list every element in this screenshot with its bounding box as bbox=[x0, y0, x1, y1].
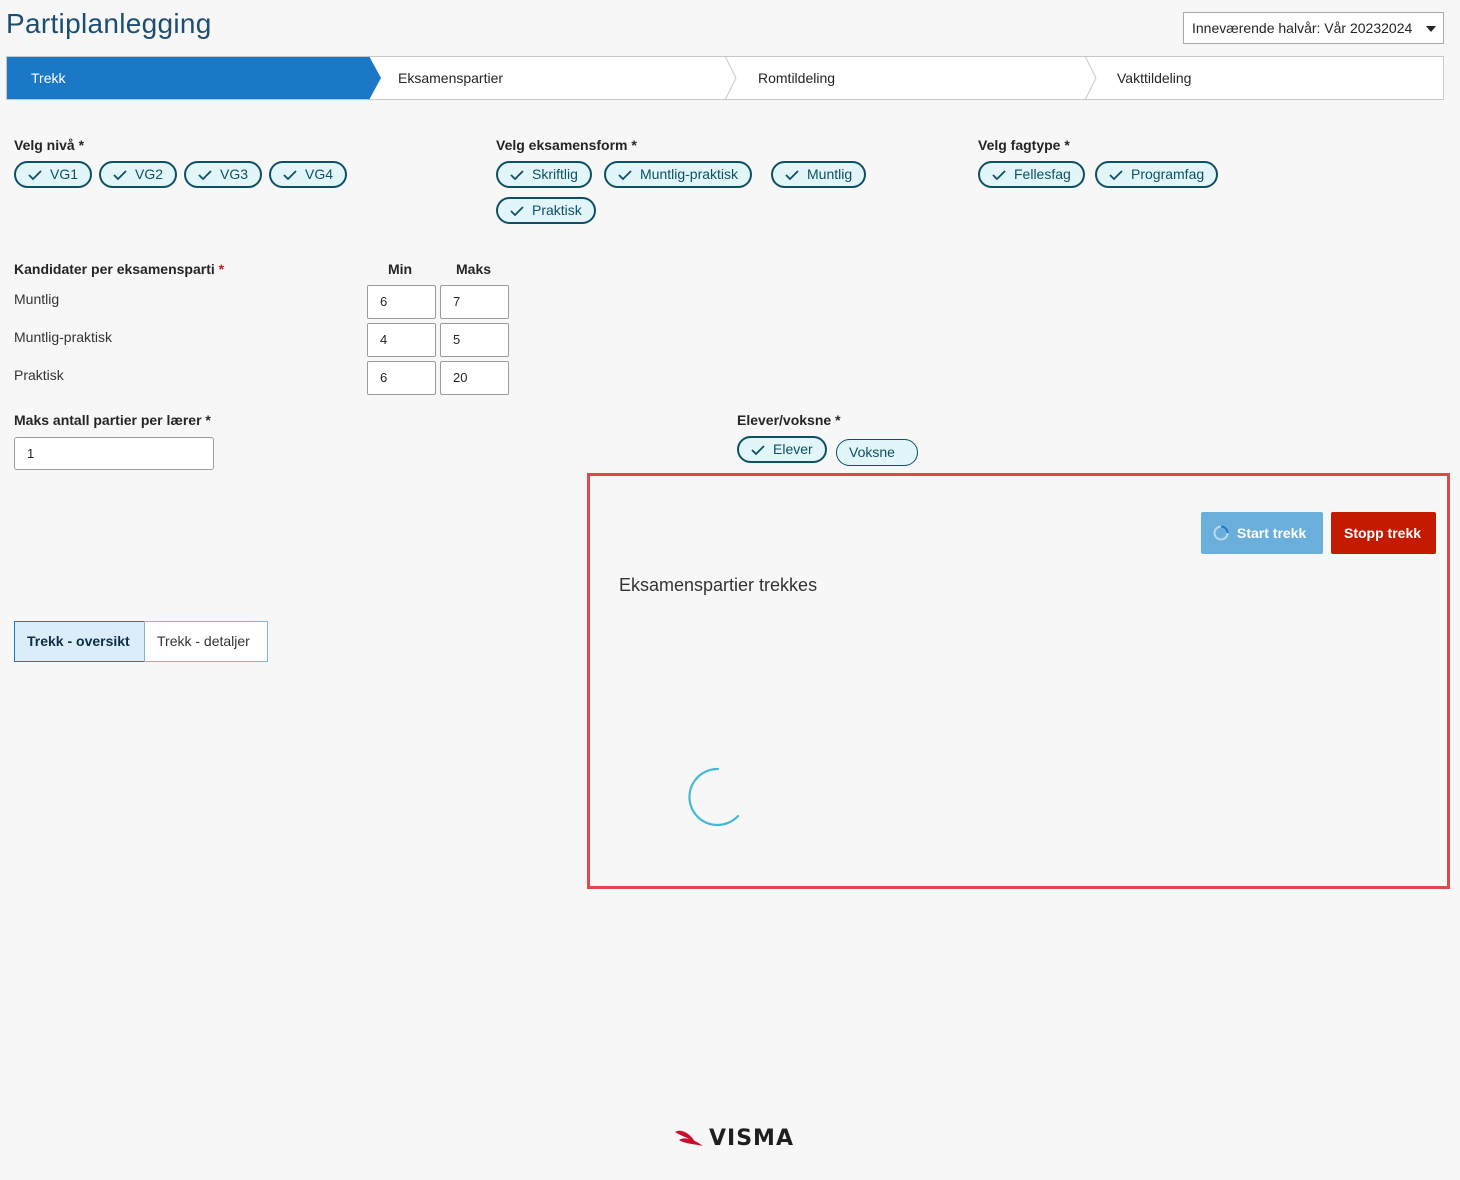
wizard-separator-icon bbox=[1084, 56, 1097, 100]
students-label: Elever/voksne * bbox=[737, 412, 841, 428]
level-label: Velg nivå * bbox=[14, 137, 85, 153]
wizard-step-romtildeling[interactable]: Romtildeling bbox=[758, 57, 835, 99]
exam-form-label: Velg eksamensform * bbox=[496, 137, 637, 153]
exam-form-chip-skriftlig[interactable]: Skriftlig bbox=[496, 161, 592, 188]
check-icon bbox=[28, 170, 42, 181]
candidates-row-label: Muntlig bbox=[14, 291, 60, 307]
wizard-step-label: Vakttildeling bbox=[1117, 70, 1192, 86]
candidates-row-label: Muntlig-praktisk bbox=[14, 329, 113, 345]
candidates-row-label: Praktisk bbox=[14, 367, 64, 383]
spinner-icon bbox=[1213, 525, 1229, 541]
wizard-step-vakttildeling[interactable]: Vakttildeling bbox=[1117, 57, 1191, 99]
wizard-steps: Trekk Eksamenspartier Romtildeling Vaktt… bbox=[6, 56, 1444, 100]
check-icon bbox=[992, 170, 1006, 181]
subject-type-label: Velg fagtype * bbox=[978, 137, 1070, 153]
wizard-step-trekk[interactable]: Trekk bbox=[7, 57, 369, 99]
muntlig-praktisk-max-input[interactable]: 5 bbox=[440, 323, 509, 357]
term-select[interactable]: Inneværende halvår: Vår 20232024 bbox=[1183, 12, 1444, 44]
page-title: Partiplanlegging bbox=[6, 8, 212, 39]
max-column-header: Maks bbox=[456, 261, 492, 277]
level-chip-vg1[interactable]: VG1 bbox=[14, 161, 93, 188]
muntlig-max-input[interactable]: 7 bbox=[440, 285, 509, 319]
caret-down-icon bbox=[1426, 26, 1436, 32]
check-icon bbox=[785, 170, 799, 181]
level-chip-vg3[interactable]: VG3 bbox=[184, 161, 263, 188]
wizard-arrow-icon bbox=[369, 56, 381, 100]
students-chip-voksne[interactable]: Voksne bbox=[836, 439, 918, 466]
visma-logo: VISMA bbox=[673, 1126, 793, 1155]
exam-form-chip-praktisk[interactable]: Praktisk bbox=[496, 197, 596, 224]
start-draw-button[interactable]: Start trekk bbox=[1201, 512, 1323, 554]
wizard-separator-icon bbox=[724, 56, 737, 100]
stop-draw-button[interactable]: Stopp trekk bbox=[1331, 512, 1436, 554]
visma-logo-text: VISMA bbox=[709, 1126, 794, 1151]
wizard-step-label: Eksamenspartier bbox=[398, 70, 504, 86]
muntlig-min-input[interactable]: 6 bbox=[367, 285, 436, 319]
draw-status-message: Eksamenspartier trekkes bbox=[619, 575, 818, 595]
exam-form-chip-muntlig-praktisk[interactable]: Muntlig-praktisk bbox=[604, 161, 753, 188]
tab-trekk-oversikt[interactable]: Trekk - oversikt bbox=[14, 621, 145, 662]
max-parties-input[interactable]: 1 bbox=[14, 437, 214, 470]
tab-trekk-detaljer[interactable]: Trekk - detaljer bbox=[144, 621, 268, 662]
check-icon bbox=[510, 170, 524, 181]
candidates-label: Kandidater per eksamensparti * bbox=[14, 261, 225, 277]
check-icon bbox=[1109, 170, 1123, 181]
check-icon bbox=[510, 206, 524, 217]
check-icon bbox=[751, 445, 765, 456]
visma-logo-mark bbox=[675, 1130, 703, 1146]
subject-type-chip-fellesfag[interactable]: Fellesfag bbox=[978, 161, 1085, 188]
muntlig-praktisk-min-input[interactable]: 4 bbox=[367, 323, 436, 357]
term-select-value: Inneværende halvår: Vår 20232024 bbox=[1192, 20, 1413, 36]
check-icon bbox=[113, 170, 127, 181]
check-icon bbox=[198, 170, 212, 181]
min-column-header: Min bbox=[388, 261, 413, 277]
praktisk-max-input[interactable]: 20 bbox=[440, 361, 509, 395]
level-chip-vg4[interactable]: VG4 bbox=[269, 161, 348, 188]
spinner-icon bbox=[688, 767, 740, 827]
level-chip-vg2[interactable]: VG2 bbox=[99, 161, 178, 188]
max-parties-label: Maks antall partier per lærer * bbox=[14, 412, 211, 428]
wizard-step-label: Trekk bbox=[31, 70, 66, 86]
students-chip-elever[interactable]: Elever bbox=[737, 436, 827, 463]
wizard-step-eksamenspartier[interactable]: Eksamenspartier bbox=[398, 57, 503, 99]
praktisk-min-input[interactable]: 6 bbox=[367, 361, 436, 395]
wizard-step-label: Romtildeling bbox=[758, 70, 836, 86]
exam-form-chip-muntlig[interactable]: Muntlig bbox=[771, 161, 867, 188]
check-icon bbox=[283, 170, 297, 181]
check-icon bbox=[618, 170, 632, 181]
subject-type-chip-programfag[interactable]: Programfag bbox=[1095, 161, 1219, 188]
draw-panel: Start trekk Stopp trekk Eksamenspartier … bbox=[587, 473, 1450, 889]
